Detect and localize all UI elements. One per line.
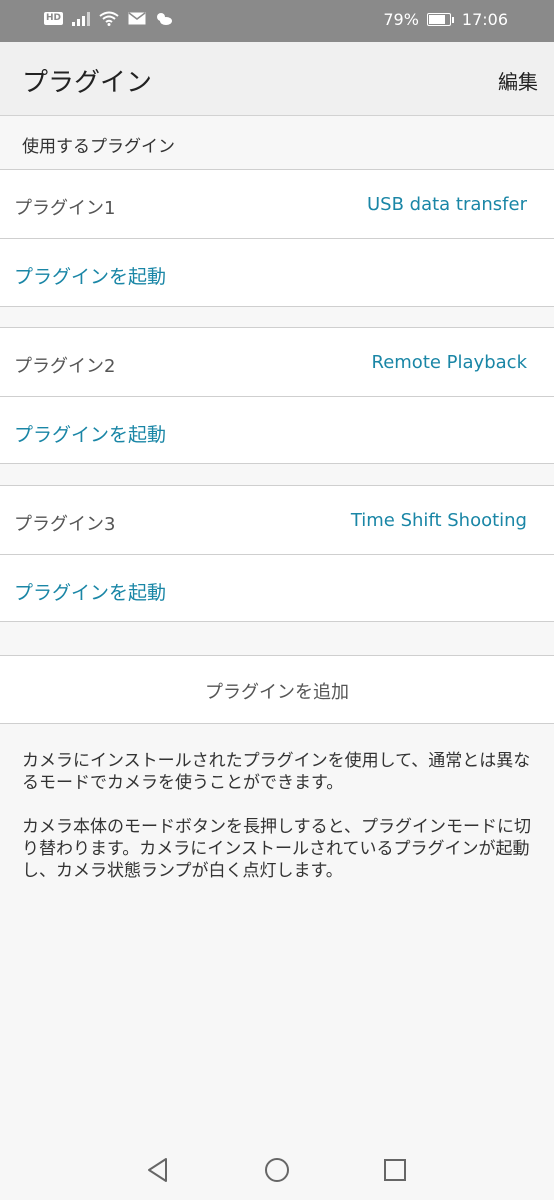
plugin-group-3: プラグイン3 Time Shift Shooting プラグインを起動 (0, 485, 554, 622)
launch-plugin-link-1[interactable]: プラグインを起動 (14, 262, 166, 289)
plugin-name: Remote Playback (371, 352, 528, 373)
signal-icon (72, 11, 91, 26)
plugin-group-2: プラグイン2 Remote Playback プラグインを起動 (0, 327, 554, 464)
plugin-launch-row-3: プラグインを起動 (0, 554, 554, 623)
app-bar: プラグイン 編集 (0, 42, 554, 116)
section-header: 使用するプラグイン (0, 116, 554, 170)
plugin-name: Time Shift Shooting (350, 510, 527, 531)
launch-plugin-link-3[interactable]: プラグインを起動 (14, 578, 166, 605)
edit-button[interactable]: 編集 (498, 66, 538, 95)
battery-percent: 79% (383, 10, 419, 29)
back-icon[interactable] (144, 1156, 172, 1184)
home-icon[interactable] (263, 1156, 291, 1184)
plugin-row-2[interactable]: プラグイン2 Remote Playback (0, 328, 554, 396)
plugin-group-1: プラグイン1 USB data transfer プラグインを起動 (0, 170, 554, 307)
section-title: 使用するプラグイン (22, 137, 175, 157)
battery-level-fill (428, 15, 445, 24)
page-title: プラグイン (22, 68, 153, 98)
description: カメラにインストールされたプラグインを使用して、通常とは異なるモードでカメラを使… (22, 750, 532, 904)
status-bar: HD 79% 17:06 (0, 0, 554, 42)
description-paragraph: カメラにインストールされたプラグインを使用して、通常とは異なるモードでカメラを使… (22, 751, 531, 793)
plugin-label: プラグイン3 (14, 514, 116, 535)
status-time: 17:06 (461, 10, 508, 29)
battery-icon (426, 13, 454, 26)
wifi-icon (99, 11, 119, 26)
plugin-launch-row-1: プラグインを起動 (0, 238, 554, 307)
plugin-name: USB data transfer (366, 194, 527, 215)
recent-apps-icon[interactable] (381, 1156, 409, 1184)
description-paragraph: カメラ本体のモードボタンを長押しすると、プラグインモードに切り替わります。カメラ… (22, 817, 531, 881)
hd-icon: HD (44, 12, 64, 25)
mail-icon (128, 12, 146, 25)
add-plugin-label: プラグインを追加 (205, 682, 349, 703)
launch-plugin-link-2[interactable]: プラグインを起動 (14, 420, 166, 447)
plugin-label: プラグイン1 (14, 198, 116, 219)
plugin-row-1[interactable]: プラグイン1 USB data transfer (0, 170, 554, 238)
weather-icon (157, 13, 173, 25)
plugin-row-3[interactable]: プラグイン3 Time Shift Shooting (0, 486, 554, 554)
status-icons-right: 79% 17:06 (383, 10, 508, 29)
navigation-bar (0, 1138, 554, 1200)
plugin-launch-row-2: プラグインを起動 (0, 396, 554, 465)
plugin-label: プラグイン2 (14, 356, 116, 377)
add-plugin-button[interactable]: プラグインを追加 (0, 655, 554, 724)
status-icons-left: HD (44, 11, 173, 26)
